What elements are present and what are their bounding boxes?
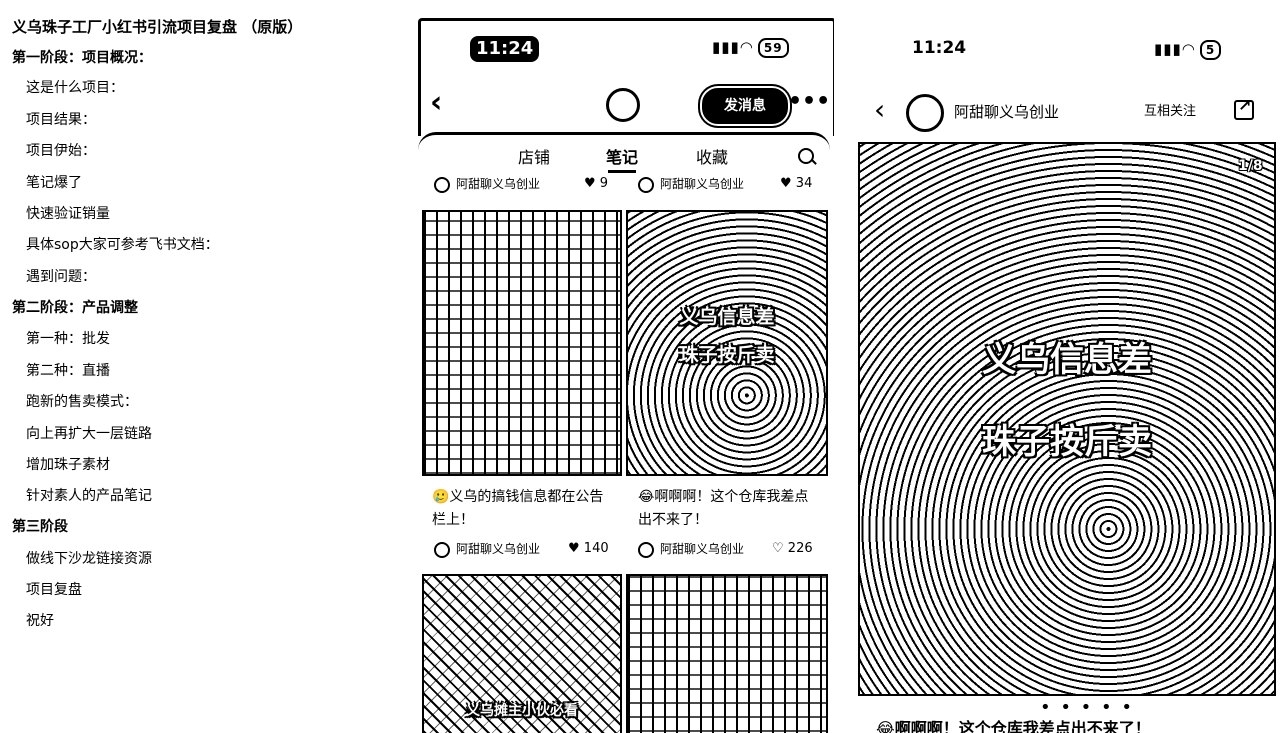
image-overlay-text: 义乌信息差: [679, 306, 775, 328]
heart-icon: ♥: [780, 176, 792, 191]
outline-item[interactable]: 第二种：直播: [26, 361, 110, 381]
outline-item[interactable]: 具体sop大家可参考飞书文档：: [26, 235, 219, 255]
outline-item[interactable]: 遇到问题：: [26, 267, 96, 287]
image-overlay-text: 义乌信息差: [982, 340, 1152, 380]
author-name[interactable]: 阿甜聊义乌创业: [954, 101, 1059, 123]
tab-shop[interactable]: 店铺: [518, 147, 550, 169]
outline-item[interactable]: 笔记爆了: [26, 173, 82, 193]
avatar-icon: [434, 176, 450, 193]
outline-item[interactable]: 做线下沙龙链接资源: [26, 549, 152, 569]
avatar-icon: [638, 176, 654, 193]
avatar-icon: [638, 541, 654, 558]
profile-screenshot: 11:24 ▮▮▮◠ 59 ‹ 发消息 ••• 店铺 笔记 收藏 阿甜聊义乌创业 …: [414, 0, 834, 733]
heart-icon: ♥: [568, 541, 580, 556]
outline-item[interactable]: 跑新的售卖模式：: [26, 392, 138, 412]
heart-icon: ♡: [772, 541, 784, 556]
battery-icon: 5: [1199, 40, 1222, 60]
note-detail-screenshot: 11:24 ▮▮▮◠5 ‹ 阿甜聊义乌创业 互相关注 义乌信息差 珠子按斤卖 1…: [844, 0, 1280, 733]
card-likes[interactable]: ♥ 140: [568, 541, 609, 557]
card-likes[interactable]: ♥ 9: [584, 176, 608, 192]
follow-status-button[interactable]: 互相关注: [1144, 102, 1196, 122]
note-caption: 😂啊啊啊！这个仓库我差点出不来了！: [876, 719, 1151, 733]
outline-item[interactable]: 快速验证销量: [26, 204, 110, 224]
outline-title[interactable]: 义乌珠子工厂小红书引流项目复盘 （原版）: [12, 17, 302, 37]
card-author[interactable]: 阿甜聊义乌创业: [434, 176, 540, 193]
status-bar-icons: ▮▮▮◠ 59: [712, 38, 789, 58]
avatar-icon[interactable]: [906, 94, 944, 132]
outline-item[interactable]: 项目结果：: [26, 110, 96, 130]
heart-icon: ♥: [584, 176, 596, 191]
carousel-dots[interactable]: • • • • •: [1040, 699, 1134, 717]
image-overlay-text: 珠子按斤卖: [982, 422, 1152, 462]
outline-item[interactable]: 向上再扩大一层链路: [26, 424, 152, 444]
outline-item[interactable]: 第三阶段: [12, 517, 68, 537]
note-main-image[interactable]: 义乌信息差 珠子按斤卖: [858, 142, 1276, 696]
card-author[interactable]: 阿甜聊义乌创业: [434, 541, 540, 558]
note-card-image[interactable]: [626, 574, 828, 733]
card-likes[interactable]: ♥ 34: [780, 176, 812, 192]
battery-icon: 59: [757, 38, 789, 58]
card-likes[interactable]: ♡ 226: [772, 541, 813, 557]
note-card-title[interactable]: 🥲义乌的搞钱信息都在公告栏上！: [432, 486, 614, 532]
wifi-icon: ◠: [1181, 40, 1196, 58]
image-overlay-text: 珠子按斤卖: [679, 344, 775, 366]
tab-active-indicator: [608, 170, 636, 173]
outline-item[interactable]: 祝好: [26, 611, 54, 631]
outline-item[interactable]: 针对素人的产品笔记: [26, 486, 152, 506]
note-card-image[interactable]: 义乌信息差 珠子按斤卖: [626, 210, 828, 476]
outline-item[interactable]: 项目伊始：: [26, 141, 96, 161]
outline-item[interactable]: 第一阶段：项目概况：: [12, 48, 152, 68]
send-message-button[interactable]: 发消息: [702, 88, 788, 124]
image-counter: 1/8: [1238, 158, 1263, 174]
document-outline: 义乌珠子工厂小红书引流项目复盘 （原版） 第一阶段：项目概况： 这是什么项目： …: [0, 0, 400, 733]
outline-item[interactable]: 第一种：批发: [26, 329, 110, 349]
tab-notes[interactable]: 笔记: [606, 147, 638, 169]
signal-icon: ▮▮▮: [712, 38, 740, 56]
wifi-icon: ◠: [739, 38, 754, 56]
outline-item[interactable]: 这是什么项目：: [26, 78, 124, 98]
status-bar-icons: ▮▮▮◠ 5: [1154, 40, 1222, 60]
outline-item[interactable]: 增加珠子素材: [26, 455, 110, 475]
tab-favorites[interactable]: 收藏: [696, 147, 728, 169]
avatar-icon[interactable]: [606, 88, 640, 122]
card-author[interactable]: 阿甜聊义乌创业: [638, 176, 744, 193]
back-icon[interactable]: ‹: [430, 88, 442, 118]
status-time: 11:24: [470, 36, 540, 62]
card-author[interactable]: 阿甜聊义乌创业: [638, 541, 744, 558]
signal-icon: ▮▮▮: [1154, 40, 1182, 58]
outline-item[interactable]: 第二阶段：产品调整: [12, 298, 138, 318]
avatar-icon: [434, 541, 450, 558]
outline-item[interactable]: 项目复盘: [26, 580, 82, 600]
more-icon[interactable]: •••: [788, 90, 830, 114]
note-card-title[interactable]: 😂啊啊啊！这个仓库我差点出不来了！: [638, 486, 820, 532]
image-overlay-text: 义乌摊主小伙必看: [466, 703, 578, 719]
share-icon[interactable]: [1234, 96, 1254, 120]
note-card-image[interactable]: [422, 210, 622, 476]
back-icon[interactable]: ‹: [874, 96, 885, 124]
note-card-image[interactable]: 义乌摊主小伙必看: [422, 574, 622, 733]
status-time: 11:24: [912, 38, 967, 58]
search-icon[interactable]: [798, 148, 814, 164]
